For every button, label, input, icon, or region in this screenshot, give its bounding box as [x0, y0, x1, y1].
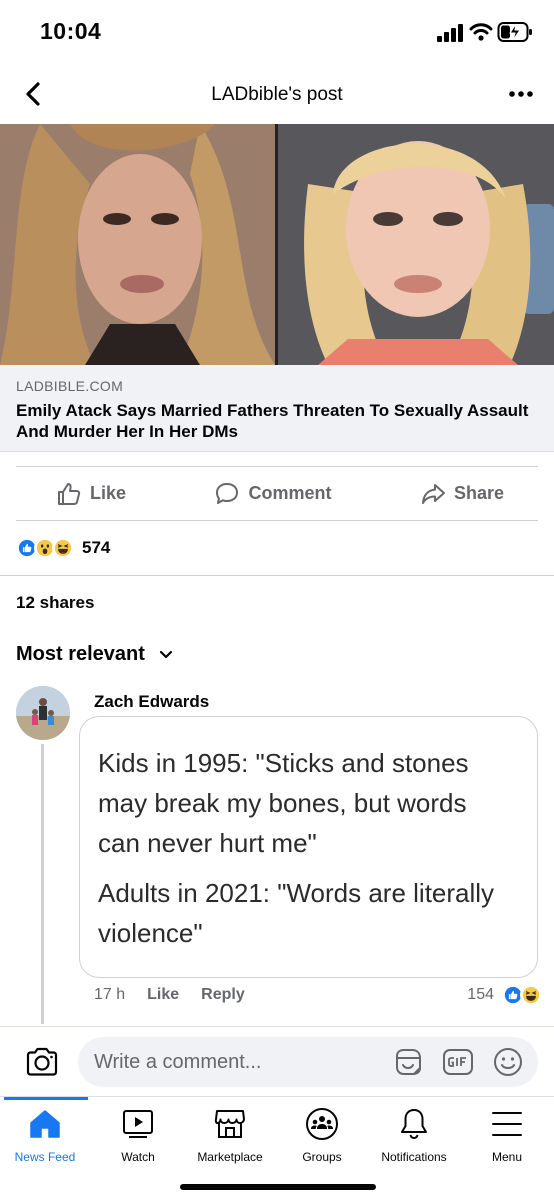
haha-icon: [520, 984, 542, 1006]
groups-icon: [306, 1108, 338, 1140]
post-action-bar: Like Comment Share: [16, 466, 538, 521]
emoji-button[interactable]: [492, 1046, 524, 1078]
link-title: Emily Atack Says Married Fathers Threate…: [16, 401, 529, 441]
status-time: 10:04: [40, 18, 102, 44]
portrait-photo-left: [0, 124, 275, 365]
comment-reply-button[interactable]: Reply: [201, 986, 245, 1004]
tab-news-feed[interactable]: News Feed: [0, 1107, 95, 1164]
portrait-photo-right: [278, 124, 554, 365]
page-title: LADbible's post: [211, 84, 343, 105]
post-image[interactable]: [0, 124, 554, 365]
comment-text-line: Kids in 1995: "Sticks and stones: [98, 748, 469, 778]
chevron-down-icon: [159, 650, 173, 658]
comment-button[interactable]: Comment: [214, 481, 332, 507]
share-button[interactable]: Share: [420, 481, 504, 507]
tab-label: Notifications: [381, 1150, 447, 1164]
thumbs-up-icon: [58, 482, 81, 505]
smiley-icon: [494, 1048, 522, 1076]
avatar-sticker-icon: [396, 1049, 421, 1075]
tab-label: Marketplace: [197, 1150, 263, 1164]
comment-bubble-icon: [216, 482, 239, 504]
share-arrow-icon: [421, 483, 445, 504]
tab-groups[interactable]: Groups: [272, 1107, 372, 1164]
status-bar: 10:04: [0, 0, 554, 64]
comment-reaction-count: 154: [467, 986, 494, 1003]
marketplace-icon: [214, 1110, 245, 1138]
comment-composer: [0, 1026, 554, 1096]
comment-author[interactable]: Zach Edwards: [94, 692, 209, 712]
like-label: Like: [90, 483, 127, 503]
share-count[interactable]: 12 shares: [16, 593, 94, 613]
divider: [0, 575, 554, 576]
watch-icon: [123, 1110, 153, 1138]
sort-label: Most relevant: [16, 643, 145, 665]
thread-line: [41, 744, 44, 1024]
comment-sort-dropdown[interactable]: Most relevant: [16, 643, 173, 666]
comment-text-line: may break my bones, but words: [98, 788, 467, 818]
home-indicator: [180, 1184, 376, 1190]
tab-marketplace[interactable]: Marketplace: [180, 1107, 280, 1164]
battery-charging-icon: [497, 22, 532, 42]
tab-watch[interactable]: Watch: [88, 1107, 188, 1164]
more-dots-icon: [509, 91, 533, 97]
link-domain: LADBIBLE.COM: [16, 378, 124, 394]
comment-bubble[interactable]: Kids in 1995: "Sticks and stones may bre…: [79, 716, 538, 978]
comment-time: 17 h: [94, 986, 126, 1003]
avatar-photo: [16, 686, 70, 740]
tab-label: Groups: [302, 1150, 342, 1164]
home-icon: [30, 1110, 60, 1138]
reaction-count: 574: [82, 538, 111, 557]
tab-label: News Feed: [14, 1150, 76, 1164]
like-button[interactable]: Like: [56, 481, 126, 507]
menu-icon: [492, 1112, 522, 1136]
tab-notifications[interactable]: Notifications: [364, 1107, 464, 1164]
more-options-button[interactable]: [506, 78, 536, 110]
wifi-icon: [469, 23, 493, 41]
avatar[interactable]: [16, 686, 70, 740]
haha-icon: [52, 537, 74, 559]
gif-icon: [443, 1049, 473, 1075]
link-preview[interactable]: LADBIBLE.COM Emily Atack Says Married Fa…: [0, 365, 554, 452]
comment-meta: 17 h Like Reply: [94, 986, 245, 1004]
avatar-sticker-button[interactable]: [392, 1046, 424, 1078]
post-header: LADbible's post: [0, 64, 554, 124]
composer-icons: [392, 1046, 524, 1078]
tab-menu[interactable]: Menu: [457, 1107, 554, 1164]
comment-text-line: Adults in 2021: "Words are literally: [98, 878, 495, 908]
gif-button[interactable]: [442, 1046, 474, 1078]
tab-label: Watch: [121, 1150, 155, 1164]
comment-text-line: can never hurt me": [98, 828, 317, 858]
comment-like-button[interactable]: Like: [147, 986, 179, 1004]
tab-label: Menu: [491, 1150, 523, 1164]
comment-reaction-summary[interactable]: 154: [467, 984, 542, 1006]
active-tab-indicator: [4, 1097, 88, 1100]
comment-label: Comment: [248, 483, 332, 503]
reaction-summary[interactable]: 574: [16, 536, 110, 560]
share-label: Share: [453, 483, 504, 503]
bell-icon: [401, 1109, 427, 1140]
camera-icon[interactable]: [24, 1044, 60, 1080]
comment-text-line: violence": [98, 918, 203, 948]
cellular-signal-icon: [437, 24, 463, 42]
